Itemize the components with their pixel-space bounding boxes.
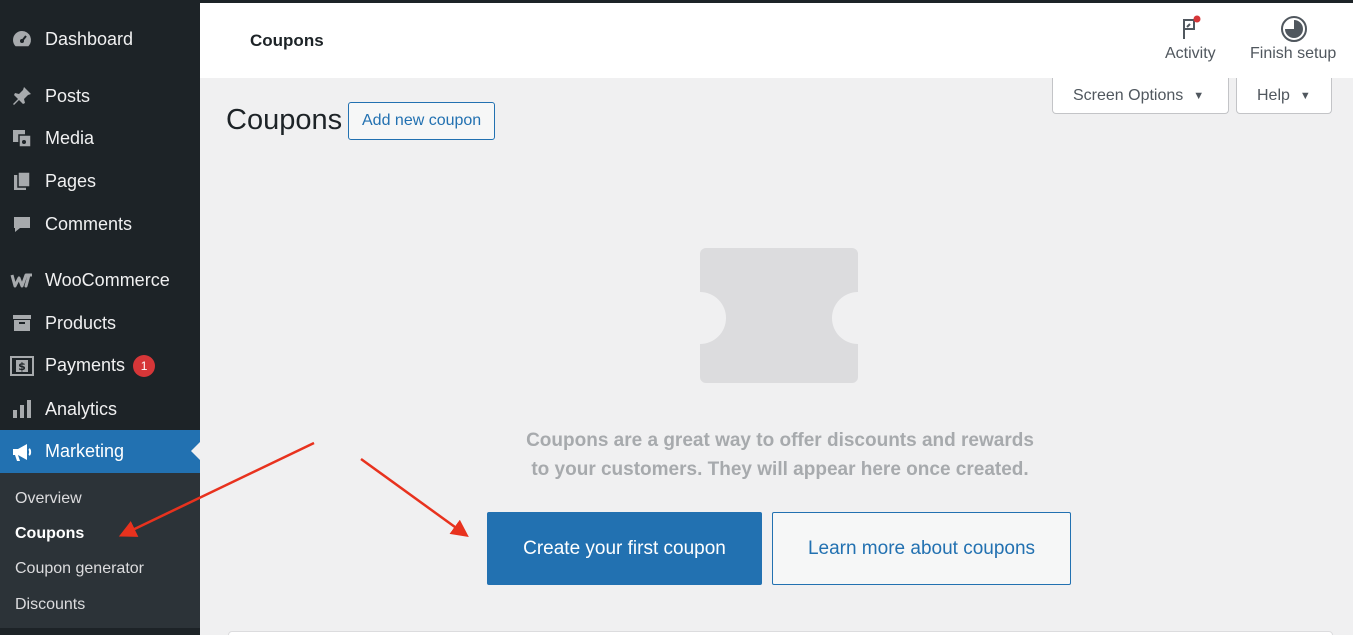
help-label: Help [1257,86,1290,104]
sidebar-item-label: Media [45,127,95,148]
submenu-item-coupon-generator[interactable]: Coupon generator [15,560,144,578]
empty-state-message: Coupons are a great way to offer discoun… [480,426,1080,484]
page-title: Coupons [226,104,343,136]
header-title: Coupons [250,31,324,50]
sidebar-item-label: WooCommerce [45,269,170,290]
screen-options-label: Screen Options [1073,86,1184,104]
content-panel [228,631,1333,635]
sidebar-item-analytics[interactable]: Analytics [0,389,200,429]
sidebar-item-dashboard[interactable]: Dashboard [0,19,200,59]
notification-badge: 1 [133,355,156,378]
sidebar-item-label: Payments 1 [45,355,156,378]
add-new-coupon-button[interactable]: Add new coupon [348,102,496,140]
sidebar-item-label: Products [45,312,117,333]
sidebar-item-label: Marketing [45,441,125,461]
sidebar-item-marketing[interactable]: Marketing [0,430,200,473]
finish-setup-button[interactable]: Finish setup [1250,15,1336,63]
sidebar-item-pages[interactable]: Pages [0,161,200,201]
archive-icon [10,311,34,335]
screen-options-button[interactable]: Screen Options ▼ [1052,78,1229,114]
arrow-to-create-button [360,457,469,538]
coupon-ticket-icon [700,248,858,383]
sidebar-item-posts[interactable]: Posts [0,76,200,116]
create-first-coupon-button[interactable]: Create your first coupon [487,512,762,585]
comment-icon [10,212,34,236]
svg-text:$: $ [18,360,26,373]
finish-setup-label: Finish setup [1250,45,1337,62]
flag-icon [1177,15,1203,41]
payments-icon: $ [10,354,34,378]
media-icon [10,126,34,150]
progress-circle-icon [1280,15,1308,42]
empty-state-line-1: Coupons are a great way to offer discoun… [526,430,1034,451]
pages-icon [10,169,34,193]
activity-label: Activity [1165,45,1216,62]
megaphone-icon [10,440,34,464]
dashboard-icon [10,27,34,51]
submenu-item-discounts[interactable]: Discounts [15,596,85,614]
sidebar-item-media[interactable]: Media [0,118,200,158]
sidebar-item-label: Comments [45,213,133,234]
empty-state-line-2: to your customers. They will appear here… [531,459,1029,480]
page-header-bar: Coupons Activity Finish setup [200,0,1353,78]
sidebar-item-comments[interactable]: Comments [0,204,200,244]
caret-down-icon: ▼ [1193,89,1205,102]
sidebar-item-label: Dashboard [45,28,134,49]
sidebar-item-label: Analytics [45,398,118,419]
pin-icon [10,84,34,108]
active-indicator [191,442,200,460]
submenu-item-overview[interactable]: Overview [15,490,82,508]
admin-sidebar: Dashboard Posts Media Pages Comments Woo… [0,0,200,635]
learn-more-coupons-button[interactable]: Learn more about coupons [772,512,1071,585]
submenu-item-coupons[interactable]: Coupons [15,525,84,543]
sidebar-item-label: Pages [45,170,97,191]
activity-button[interactable]: Activity [1165,15,1216,63]
woocommerce-icon [10,268,34,292]
sidebar-item-woocommerce[interactable]: WooCommerce [0,260,200,300]
marketing-submenu: Overview Coupons Coupon generator Discou… [0,473,200,628]
sidebar-item-products[interactable]: Products [0,303,200,343]
help-button[interactable]: Help ▼ [1236,78,1332,114]
bar-chart-icon [10,397,34,421]
sidebar-item-label: Posts [45,85,91,106]
caret-down-icon: ▼ [1299,89,1311,102]
sidebar-item-payments[interactable]: $ Payments 1 [0,346,200,386]
